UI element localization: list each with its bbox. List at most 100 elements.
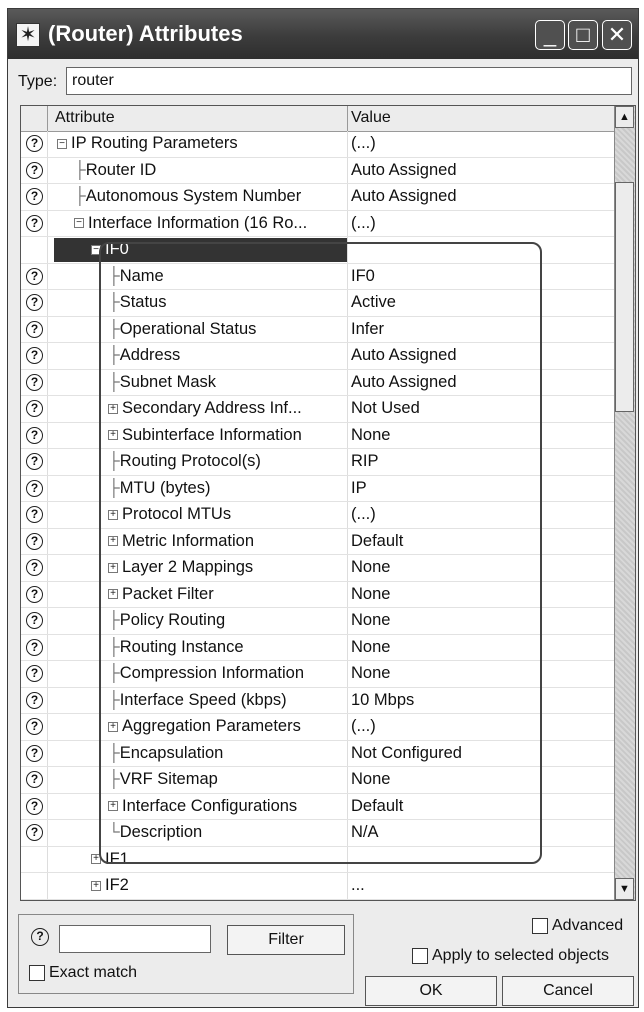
expand-icon[interactable]: + bbox=[108, 403, 118, 414]
value-cell[interactable]: Not Used bbox=[351, 399, 420, 418]
table-row[interactable]: ? ├Router ID Auto Assigned bbox=[21, 157, 616, 184]
table-row[interactable]: ? + Aggregation Parameters (...) bbox=[21, 714, 616, 741]
advanced-checkbox[interactable] bbox=[532, 918, 548, 934]
expand-icon[interactable]: + bbox=[91, 880, 101, 891]
attribute-cell[interactable]: ├Router ID bbox=[74, 161, 156, 180]
cancel-button[interactable]: Cancel bbox=[502, 976, 634, 1006]
help-icon[interactable]: ? bbox=[26, 506, 43, 523]
table-row[interactable]: ? ├Subnet Mask Auto Assigned bbox=[21, 369, 616, 396]
attribute-cell[interactable]: + Protocol MTUs bbox=[108, 505, 231, 524]
help-icon[interactable]: ? bbox=[26, 771, 43, 788]
attribute-cell[interactable]: − IP Routing Parameters bbox=[57, 134, 238, 153]
value-cell[interactable]: Auto Assigned bbox=[351, 346, 457, 365]
value-cell[interactable]: 10 Mbps bbox=[351, 691, 414, 710]
table-row[interactable]: ? ├Autonomous System Number Auto Assigned bbox=[21, 184, 616, 211]
help-icon[interactable]: ? bbox=[26, 718, 43, 735]
table-row[interactable]: − IF0 bbox=[21, 237, 616, 264]
value-cell[interactable]: (...) bbox=[351, 505, 376, 524]
value-cell[interactable]: IF0 bbox=[351, 267, 375, 286]
help-icon[interactable]: ? bbox=[26, 400, 43, 417]
maximize-button[interactable]: □ bbox=[568, 20, 598, 50]
value-cell[interactable]: None bbox=[351, 611, 390, 630]
attribute-cell[interactable]: + Interface Configurations bbox=[108, 797, 297, 816]
help-icon[interactable]: ? bbox=[26, 320, 43, 338]
attribute-cell[interactable]: ├Name bbox=[108, 267, 164, 286]
value-cell[interactable]: Default bbox=[351, 532, 403, 551]
value-cell[interactable]: Auto Assigned bbox=[351, 161, 457, 180]
help-icon[interactable]: ? bbox=[26, 744, 43, 762]
help-icon[interactable]: ? bbox=[26, 612, 43, 629]
value-cell[interactable]: Active bbox=[351, 293, 396, 312]
help-icon[interactable]: ? bbox=[26, 691, 43, 709]
value-cell[interactable]: None bbox=[351, 638, 390, 657]
value-cell[interactable]: Infer bbox=[351, 320, 384, 339]
attribute-cell[interactable]: + IF2 bbox=[91, 876, 129, 895]
vertical-scrollbar[interactable]: ▲ ▼ bbox=[614, 106, 635, 900]
attribute-cell[interactable]: + Packet Filter bbox=[108, 585, 214, 604]
value-cell[interactable]: None bbox=[351, 558, 390, 577]
table-row[interactable]: ? ├VRF Sitemap None bbox=[21, 767, 616, 794]
table-row[interactable]: ? + Metric Information Default bbox=[21, 528, 616, 555]
attribute-cell[interactable]: ├Address bbox=[108, 346, 180, 365]
table-row[interactable]: + IF2... bbox=[21, 873, 616, 900]
value-cell[interactable]: None bbox=[351, 585, 390, 604]
attribute-cell[interactable]: ├Status bbox=[108, 293, 166, 312]
column-separator[interactable] bbox=[347, 106, 348, 131]
table-row[interactable]: ? ├MTU (bytes) IP bbox=[21, 475, 616, 502]
ok-button[interactable]: OK bbox=[365, 976, 497, 1006]
attribute-cell[interactable]: ├Compression Information bbox=[108, 664, 304, 683]
table-row[interactable]: ? + Interface Configurations Default bbox=[21, 793, 616, 820]
value-cell[interactable]: None bbox=[351, 770, 390, 789]
table-row[interactable]: ? ├Policy Routing None bbox=[21, 608, 616, 635]
attribute-cell[interactable]: + Aggregation Parameters bbox=[108, 717, 301, 736]
table-row[interactable]: ? └Description N/A bbox=[21, 820, 616, 847]
table-row[interactable]: + IF1... bbox=[21, 846, 616, 873]
help-icon[interactable]: ? bbox=[26, 188, 43, 205]
value-cell[interactable]: None bbox=[351, 426, 390, 445]
table-row[interactable]: ? ├Status Active bbox=[21, 290, 616, 317]
help-icon[interactable]: ? bbox=[26, 161, 43, 179]
exact-match-checkbox[interactable] bbox=[29, 965, 45, 981]
help-icon[interactable]: ? bbox=[26, 135, 43, 152]
table-row[interactable]: ? ├Routing Instance None bbox=[21, 634, 616, 661]
table-row[interactable]: ? − IP Routing Parameters (...) bbox=[21, 131, 616, 158]
attribute-cell[interactable]: + Subinterface Information bbox=[108, 426, 302, 445]
value-cell[interactable]: N/A bbox=[351, 823, 379, 842]
attribute-cell[interactable]: ├Interface Speed (kbps) bbox=[108, 691, 287, 710]
collapse-icon[interactable]: − bbox=[74, 218, 84, 229]
collapse-icon[interactable]: − bbox=[57, 138, 67, 149]
table-row[interactable]: ? + Layer 2 Mappings None bbox=[21, 555, 616, 582]
value-cell[interactable]: (...) bbox=[351, 717, 376, 736]
help-icon[interactable]: ? bbox=[26, 214, 43, 232]
close-button[interactable]: ✕ bbox=[602, 20, 632, 50]
attribute-cell[interactable]: ├Operational Status bbox=[108, 320, 256, 339]
table-row[interactable]: ? + Protocol MTUs (...) bbox=[21, 502, 616, 529]
title-bar[interactable]: ✶ (Router) Attributes _ □ ✕ bbox=[8, 9, 638, 59]
attribute-cell[interactable]: + IF1 bbox=[91, 850, 129, 869]
help-icon[interactable]: ? bbox=[26, 638, 43, 656]
help-icon[interactable]: ? bbox=[26, 585, 43, 603]
attribute-cell[interactable]: ├Routing Instance bbox=[108, 638, 244, 657]
scroll-thumb[interactable] bbox=[615, 182, 634, 412]
value-cell[interactable]: (...) bbox=[351, 214, 376, 233]
value-cell[interactable]: Auto Assigned bbox=[351, 187, 457, 206]
filter-input[interactable] bbox=[59, 925, 211, 953]
attribute-cell[interactable]: ├VRF Sitemap bbox=[108, 770, 218, 789]
value-cell[interactable]: None bbox=[351, 664, 390, 683]
help-icon[interactable]: ? bbox=[26, 559, 43, 576]
help-icon[interactable]: ? bbox=[26, 267, 43, 285]
help-icon[interactable]: ? bbox=[26, 797, 43, 815]
minimize-button[interactable]: _ bbox=[535, 20, 565, 50]
table-row[interactable]: ? ├Operational Status Infer bbox=[21, 316, 616, 343]
filter-button[interactable]: Filter bbox=[227, 925, 345, 955]
attribute-cell[interactable]: ├Subnet Mask bbox=[108, 373, 216, 392]
table-row[interactable]: ? ├Encapsulation Not Configured bbox=[21, 740, 616, 767]
value-cell[interactable]: Auto Assigned bbox=[351, 373, 457, 392]
help-icon[interactable]: ? bbox=[26, 426, 43, 444]
collapse-icon[interactable]: − bbox=[91, 244, 101, 255]
value-cell[interactable]: RIP bbox=[351, 452, 379, 471]
attribute-cell[interactable]: + Metric Information bbox=[108, 532, 254, 551]
attribute-cell[interactable]: ├Autonomous System Number bbox=[74, 187, 301, 206]
table-row[interactable]: ? ├Address Auto Assigned bbox=[21, 343, 616, 370]
attribute-cell[interactable]: − Interface Information (16 Ro... bbox=[74, 214, 307, 233]
